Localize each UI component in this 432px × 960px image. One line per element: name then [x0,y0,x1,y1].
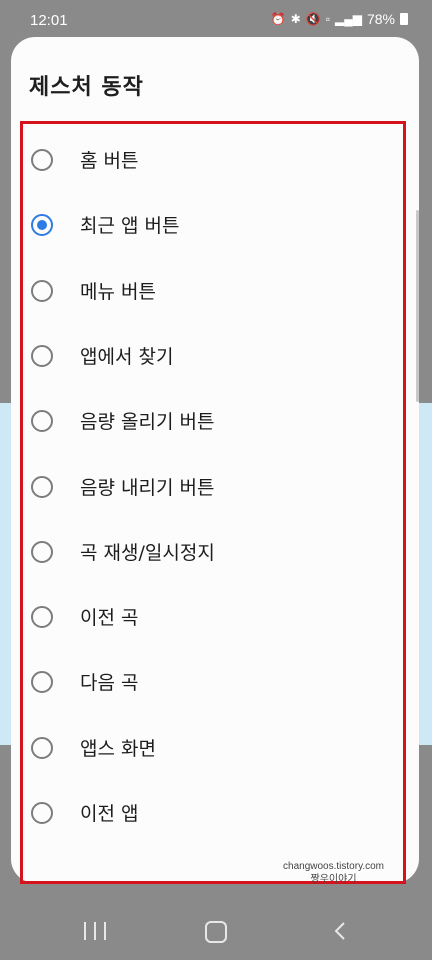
option-item[interactable]: 이전 곡 [23,589,383,645]
radio-button[interactable] [31,475,53,498]
navigation-bar [0,884,432,960]
option-item[interactable]: 앱에서 찾기 [23,328,383,384]
watermark-url: changwoos.tistory.com [283,861,384,872]
status-time: 12:01 [30,12,68,29]
radio-button[interactable] [31,410,53,433]
radio-button[interactable] [31,279,53,302]
back-icon[interactable] [330,920,352,942]
option-item[interactable]: 메뉴 버튼 [23,263,383,319]
scrollbar[interactable] [416,210,419,402]
alarm-icon: ⏰ [270,12,286,26]
signal-icon: ▂▄▆ [335,12,362,26]
recents-icon[interactable] [84,922,106,940]
radio-button[interactable] [31,606,53,629]
option-label: 다음 곡 [80,672,139,695]
battery-percent: 78% [366,11,395,27]
option-item[interactable]: 곡 재생/일시정지 [23,524,383,580]
option-item[interactable]: 다음 곡 [23,654,383,710]
highlight-frame: 홈 버튼최근 앱 버튼메뉴 버튼앱에서 찾기음량 올리기 버튼음량 내리기 버튼… [20,121,406,884]
radio-button[interactable] [31,802,53,824]
option-label: 이전 곡 [80,607,139,630]
option-item[interactable]: 최근 앱 버튼 [23,197,383,253]
radio-button[interactable] [31,736,53,759]
5g-icon: ▫ [325,12,330,26]
option-item[interactable]: 음량 올리기 버튼 [23,393,383,449]
option-label: 메뉴 버튼 [80,280,156,303]
option-label: 음량 내리기 버튼 [80,476,215,499]
bluetooth-icon: ✱ [290,12,301,26]
status-bar: 12:01 ⏰ ✱ 🔇 ▫ ▂▄▆ 78% [0,0,432,38]
home-icon[interactable] [205,921,227,943]
mute-icon: 🔇 [305,12,321,26]
option-label: 홈 버튼 [80,150,139,172]
radio-button[interactable] [31,214,53,237]
radio-button[interactable] [31,671,53,694]
option-item[interactable]: 앱스 화면 [23,720,383,776]
battery-icon [400,13,408,25]
radio-button[interactable] [31,540,53,563]
radio-button[interactable] [31,149,53,171]
dialog-title: 제스처 동작 [29,75,144,100]
status-icons: ⏰ ✱ 🔇 ▫ ▂▄▆ 78% [271,11,408,27]
radio-button[interactable] [31,344,53,367]
option-label: 음량 올리기 버튼 [80,411,215,434]
gesture-action-dialog: 제스처 동작 홈 버튼최근 앱 버튼메뉴 버튼앱에서 찾기음량 올리기 버튼음량… [11,37,419,886]
option-item[interactable]: 이전 앱 [23,785,383,841]
option-label: 앱스 화면 [80,737,156,760]
option-label: 앱에서 찾기 [80,345,174,368]
option-label: 곡 재생/일시정지 [80,541,215,564]
option-item[interactable]: 홈 버튼 [23,132,383,188]
option-item[interactable]: 음량 내리기 버튼 [23,459,383,515]
watermark: changwoos.tistory.com 짱우이야기 [283,860,384,886]
option-label: 최근 앱 버튼 [80,215,180,238]
option-label: 이전 앱 [80,803,139,825]
